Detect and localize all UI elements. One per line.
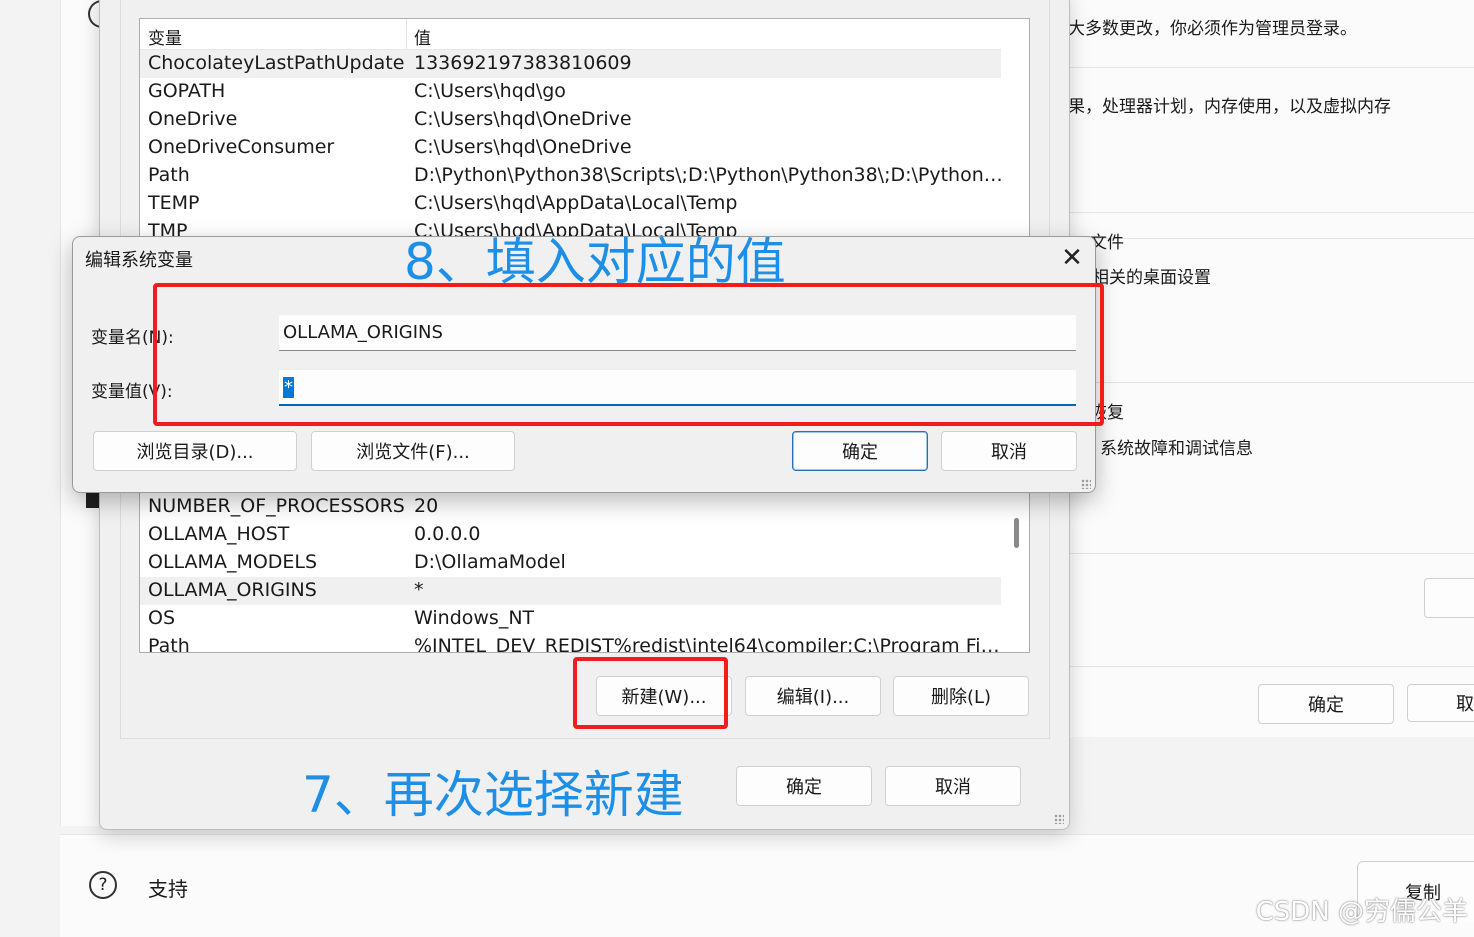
divider <box>1068 212 1474 213</box>
edit-cancel-button[interactable]: 取消 <box>941 431 1077 471</box>
list-item[interactable]: NUMBER_OF_PROCESSORS 20 <box>140 493 1001 521</box>
edit-variable-button[interactable]: 编辑(I)... <box>745 676 881 716</box>
system-props-cancel-button[interactable]: 取 <box>1407 684 1474 722</box>
highlight-box-new-button <box>573 657 728 729</box>
env-cancel-button[interactable]: 取消 <box>885 766 1021 806</box>
divider <box>1068 238 1474 239</box>
user-variables-list[interactable]: 变量 值 ChocolateyLastPathUpdate 13369219738… <box>139 18 1030 238</box>
help-icon: ? <box>89 871 117 899</box>
delete-variable-button[interactable]: 删除(L) <box>893 676 1029 716</box>
list-item[interactable]: OS Windows_NT <box>140 605 1001 633</box>
system-props-ok-button[interactable]: 确定 <box>1258 684 1394 724</box>
list-item[interactable]: OLLAMA_ORIGINS * <box>140 577 1001 605</box>
dialog-title: 编辑系统变量 <box>85 250 193 271</box>
env-ok-button[interactable]: 确定 <box>736 766 872 806</box>
list-item[interactable]: Path D:\Python\Python38\Scripts\;D:\Pytho… <box>140 162 1004 190</box>
scrollbar-thumb[interactable] <box>1014 518 1019 548</box>
list-item[interactable]: ChocolateyLastPathUpdate 1336921973838106… <box>140 50 1001 78</box>
system-props-footer <box>1068 737 1474 827</box>
csdn-watermark: CSDN @穷儒公羊 <box>1255 897 1468 927</box>
list-item[interactable]: OLLAMA_MODELS D:\OllamaModel <box>140 549 1001 577</box>
list-header: 变量 值 <box>140 19 1001 50</box>
resize-grip-icon[interactable] <box>1081 479 1091 489</box>
admin-notice-text: 大多数更改，你必须作为管理员登录。 <box>1068 19 1357 39</box>
step7-annotation: 7、再次选择新建 <box>302 766 684 824</box>
divider <box>1068 382 1474 383</box>
startup-recovery-desc-text: 系统故障和调试信息 <box>1100 439 1253 459</box>
divider <box>1068 553 1474 554</box>
list-item[interactable]: TEMP C:\Users\hqd\AppData\Local\Temp <box>140 190 1001 218</box>
divider <box>1068 666 1474 667</box>
list-item[interactable]: OLLAMA_HOST 0.0.0.0 <box>140 521 1001 549</box>
env-vars-button-partial[interactable] <box>1424 578 1474 618</box>
header-value[interactable]: 值 <box>414 24 431 49</box>
list-item[interactable]: GOPATH C:\Users\hqd\go <box>140 78 1001 106</box>
highlight-box-fields <box>153 283 1104 426</box>
list-item[interactable]: Path %INTEL_DEV_REDIST%redist\intel64\com… <box>140 633 1004 652</box>
support-label: 支持 <box>148 877 188 901</box>
performance-desc-text: 果，处理器计划，内存使用，以及虚拟内存 <box>1068 97 1391 117</box>
resize-grip-icon[interactable] <box>1054 814 1064 824</box>
browse-directory-button[interactable]: 浏览目录(D)... <box>93 431 297 471</box>
user-profiles-desc-text: 相关的桌面设置 <box>1092 268 1211 288</box>
edit-ok-button[interactable]: 确定 <box>792 431 928 471</box>
system-variables-list[interactable]: NUMBER_OF_PROCESSORS 20 OLLAMA_HOST 0.0.0.… <box>139 488 1030 653</box>
header-variable[interactable]: 变量 <box>148 24 182 49</box>
list-item[interactable]: OneDrive C:\Users\hqd\OneDrive <box>140 106 1001 134</box>
browse-file-button[interactable]: 浏览文件(F)... <box>311 431 515 471</box>
close-icon[interactable]: ✕ <box>1055 241 1089 275</box>
divider <box>1068 67 1474 68</box>
list-item[interactable]: OneDriveConsumer C:\Users\hqd\OneDrive <box>140 134 1001 162</box>
